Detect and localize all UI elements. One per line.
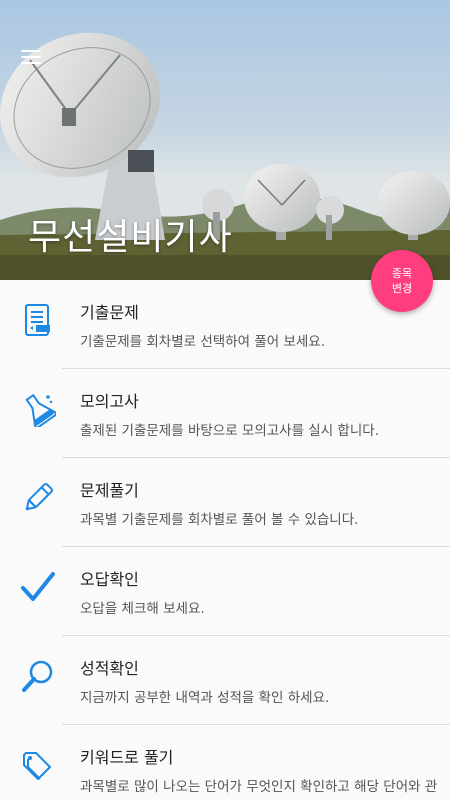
menu-list: 기출문제 기출문제를 회차별로 선택하여 풀어 보세요. 모의고사 출제된 기출…	[0, 280, 450, 800]
tag-icon	[23, 752, 51, 780]
menu-item-desc: 출제된 기출문제를 바탕으로 모의고사를 실시 합니다.	[80, 423, 379, 439]
document-list-icon	[25, 304, 50, 336]
page-title: 무선설비기사	[28, 217, 233, 258]
menu-item-mock-exam[interactable]: 모의고사 출제된 기출문제를 바탕으로 모의고사를 실시 합니다.	[0, 369, 450, 458]
flask-icon	[25, 394, 56, 427]
menu-item-title: 오답확인	[80, 570, 139, 589]
magnifier-icon	[22, 660, 53, 692]
menu-item-keyword-solve[interactable]: 키워드로 풀기 과목별로 많이 나오는 단어가 무엇인지 확인하고 해당 단어와…	[0, 725, 450, 800]
menu-item-desc: 기출문제를 회차별로 선택하여 풀어 보세요.	[80, 334, 326, 350]
menu-item-title: 키워드로 풀기	[80, 748, 174, 767]
checkmark-icon	[21, 572, 55, 601]
change-subject-button[interactable]: 종목 변경	[371, 250, 433, 312]
menu-item-desc: 오답을 체크해 보세요.	[80, 601, 205, 617]
menu-item-desc: 과목별로 많이 나오는 단어가 무엇인지 확인하고 해당 단어와 관련된 문제들…	[80, 779, 438, 795]
menu-item-title: 기출문제	[80, 303, 139, 322]
menu-item-desc: 지금까지 공부한 내역과 성적을 확인 하세요.	[80, 690, 330, 706]
header-banner: 무선설비기사	[0, 0, 450, 280]
menu-icon[interactable]	[14, 40, 48, 74]
change-button-label-1: 종목	[391, 267, 413, 280]
menu-item-check-wrong-answers[interactable]: 오답확인 오답을 체크해 보세요.	[0, 547, 450, 636]
menu-item-desc: 과목별 기출문제를 회차별로 풀어 볼 수 있습니다.	[80, 512, 359, 528]
change-button-label-2: 변경	[391, 282, 413, 295]
menu-item-check-scores[interactable]: 성적확인 지금까지 공부한 내역과 성적을 확인 하세요.	[0, 636, 450, 725]
menu-item-title: 성적확인	[80, 659, 139, 678]
menu-item-title: 모의고사	[80, 392, 139, 411]
menu-item-title: 문제풀기	[80, 481, 139, 500]
pencil-icon	[25, 482, 54, 511]
menu-item-solve-problems[interactable]: 문제풀기 과목별 기출문제를 회차별로 풀어 볼 수 있습니다.	[0, 458, 450, 547]
